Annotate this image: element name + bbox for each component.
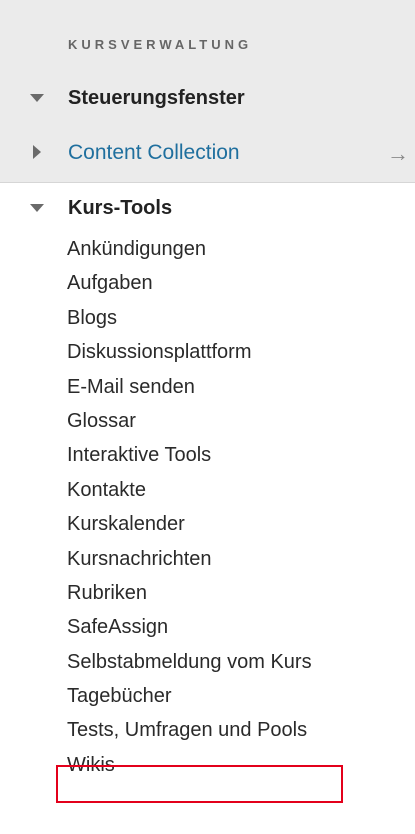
tool-link-label[interactable]: Glossar <box>67 404 136 438</box>
arrow-right-icon[interactable]: → <box>387 143 409 165</box>
tool-link-tests-umfragen-pools[interactable]: Tests, Umfragen und Pools <box>0 713 415 747</box>
tool-link-diskussionsplattform[interactable]: Diskussionsplattform <box>0 335 415 369</box>
tool-link-label[interactable]: SafeAssign <box>67 610 168 644</box>
triangle-right-icon[interactable] <box>33 145 41 159</box>
tool-link-kurskalender[interactable]: Kurskalender <box>0 507 415 541</box>
tool-link-wikis[interactable]: Wikis <box>0 748 415 782</box>
tool-link-blogs[interactable]: Blogs <box>0 301 415 335</box>
tool-link-glossar[interactable]: Glossar <box>0 404 415 438</box>
tool-link-label[interactable]: Tagebücher <box>67 679 172 713</box>
tool-link-label[interactable]: Interaktive Tools <box>67 438 211 472</box>
tool-link-label[interactable]: Kontakte <box>67 473 146 507</box>
triangle-down-icon[interactable] <box>30 204 44 212</box>
tool-link-rubriken[interactable]: Rubriken <box>0 576 415 610</box>
tool-link-label[interactable]: Ankündigungen <box>67 232 206 266</box>
tool-link-label[interactable]: Wikis <box>67 748 115 782</box>
tool-link-safeassign[interactable]: SafeAssign <box>0 610 415 644</box>
tool-link-label[interactable]: Aufgaben <box>67 266 153 300</box>
tool-link-label[interactable]: E-Mail senden <box>67 370 195 404</box>
tool-link-selbstabmeldung[interactable]: Selbstabmeldung vom Kurs <box>0 645 415 679</box>
menu-content-collection[interactable]: Content Collection <box>0 134 415 174</box>
triangle-down-icon[interactable] <box>30 94 44 102</box>
tool-link-email-senden[interactable]: E-Mail senden <box>0 370 415 404</box>
tool-link-label[interactable]: Blogs <box>67 301 117 335</box>
divider <box>0 182 415 183</box>
tool-link-label[interactable]: Rubriken <box>67 576 147 610</box>
menu-content-collection-label[interactable]: Content Collection <box>68 141 240 165</box>
course-management-panel: KURSVERWALTUNG Steuerungsfenster Content… <box>0 0 415 834</box>
tool-link-tagebuecher[interactable]: Tagebücher <box>0 679 415 713</box>
tool-link-interaktive-tools[interactable]: Interaktive Tools <box>0 438 415 472</box>
menu-steuerungsfenster[interactable]: Steuerungsfenster <box>0 80 415 120</box>
tool-link-label[interactable]: Kurskalender <box>67 507 185 541</box>
kurs-tools-list: Ankündigungen Aufgaben Blogs Diskussions… <box>0 232 415 782</box>
tool-link-kontakte[interactable]: Kontakte <box>0 473 415 507</box>
tool-link-label[interactable]: Selbstabmeldung vom Kurs <box>67 645 312 679</box>
menu-kurs-tools[interactable]: Kurs-Tools <box>0 190 415 230</box>
menu-steuerungsfenster-label: Steuerungsfenster <box>68 87 245 109</box>
menu-kurs-tools-label: Kurs-Tools <box>68 197 173 219</box>
tool-link-label[interactable]: Tests, Umfragen und Pools <box>67 713 307 747</box>
tool-link-kursnachrichten[interactable]: Kursnachrichten <box>0 542 415 576</box>
tool-link-label[interactable]: Diskussionsplattform <box>67 335 252 369</box>
tool-link-aufgaben[interactable]: Aufgaben <box>0 266 415 300</box>
tool-link-ankuendigungen[interactable]: Ankündigungen <box>0 232 415 266</box>
section-title-kursverwaltung: KURSVERWALTUNG <box>68 37 253 52</box>
tool-link-label[interactable]: Kursnachrichten <box>67 542 212 576</box>
